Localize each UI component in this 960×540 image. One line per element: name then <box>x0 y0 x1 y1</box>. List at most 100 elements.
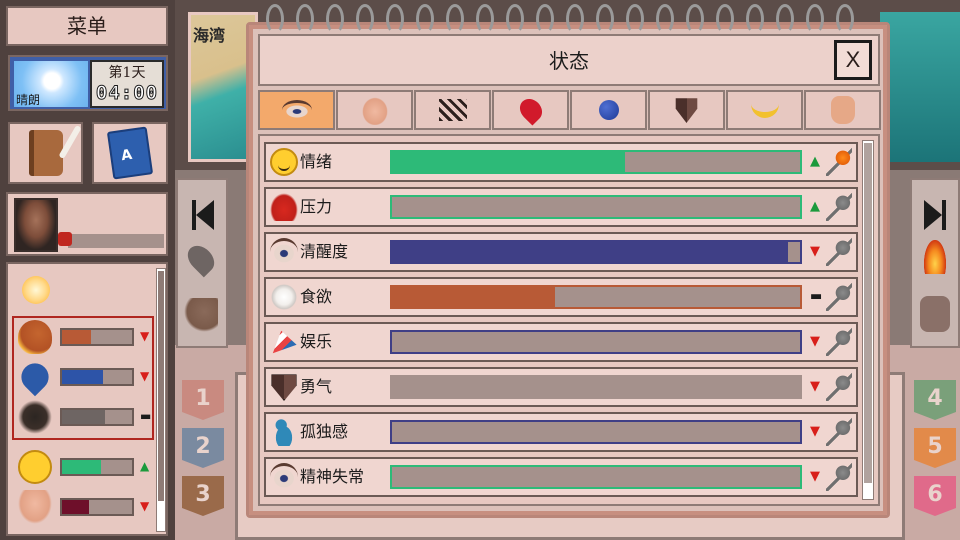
slot-number-1[interactable]: 1 <box>182 380 224 420</box>
trend-down-icon: ▼ <box>810 424 820 439</box>
skip-forward-icon[interactable] <box>920 194 954 238</box>
fire-icon[interactable] <box>924 240 946 274</box>
trend-up-icon: ▲ <box>810 199 820 214</box>
character-portrait <box>14 198 58 252</box>
need-bar <box>60 368 134 386</box>
skip-back-icon[interactable] <box>186 194 220 238</box>
tab-torso[interactable] <box>336 90 413 130</box>
tab-blue-orb[interactable] <box>570 90 647 130</box>
pin-icon[interactable] <box>826 373 852 401</box>
location-label: 海湾 <box>193 26 226 45</box>
need-bar <box>60 408 134 426</box>
tab-hand[interactable] <box>804 90 881 130</box>
stat-row[interactable]: 娱乐 ▼ <box>264 322 858 362</box>
dirt-icon <box>18 400 52 434</box>
slot-number-5[interactable]: 5 <box>914 428 956 468</box>
trend-flat-icon: ▬ <box>140 409 152 423</box>
weather-clock-widget[interactable]: 晴朗 第1天 04:00 <box>8 55 168 111</box>
notebook-ring <box>716 4 734 34</box>
stat-row[interactable]: 精神失常 ▼ <box>264 457 858 497</box>
blood-drop-icon <box>514 94 547 126</box>
need-bar-fill <box>62 500 89 514</box>
tab-banana[interactable] <box>726 90 803 130</box>
needs-scrollbar-thumb[interactable] <box>158 271 164 501</box>
smiley-icon <box>18 450 52 484</box>
notebook-ring <box>386 4 404 34</box>
right-quick-slots <box>910 178 960 348</box>
clock: 第1天 04:00 <box>90 60 164 108</box>
notebook-ring <box>626 4 644 34</box>
drumstick-icon <box>18 320 52 354</box>
need-row[interactable]: ▼ <box>12 357 154 397</box>
pin-icon[interactable] <box>826 193 852 221</box>
banana-icon <box>750 102 779 118</box>
status-tabs <box>258 90 881 130</box>
slot-number-2[interactable]: 2 <box>182 428 224 468</box>
stat-bar <box>390 150 802 174</box>
slot-number-6[interactable]: 6 <box>914 476 956 516</box>
journal-button[interactable] <box>8 122 83 184</box>
tab-blood-drop[interactable] <box>492 90 569 130</box>
pin-icon[interactable] <box>826 418 852 446</box>
stressed-person-icon <box>270 193 298 221</box>
stat-row[interactable]: 孤独感 ▼ <box>264 412 858 452</box>
trend-down-icon: ▼ <box>140 499 150 513</box>
stat-bar <box>390 420 802 444</box>
drumstick-icon[interactable] <box>184 298 218 332</box>
guide-book-icon <box>106 126 154 180</box>
nerves-icon <box>438 99 467 121</box>
water-drop-icon[interactable] <box>182 240 220 278</box>
pin-icon[interactable] <box>826 328 852 356</box>
notebook-ring <box>506 4 524 34</box>
stat-list-scrollbar-thumb[interactable] <box>864 143 872 483</box>
sea-background <box>880 12 960 162</box>
stat-bar <box>390 195 802 219</box>
stat-bar <box>390 285 802 309</box>
stat-row[interactable]: 情绪 ▲ <box>264 142 858 182</box>
stat-row[interactable]: 压力 ▲ <box>264 187 858 227</box>
hand-icon[interactable] <box>920 296 950 332</box>
smiley-icon <box>270 148 298 176</box>
needs-scrollbar[interactable] <box>156 268 166 532</box>
party-popper-icon <box>272 330 297 354</box>
pin-icon[interactable] <box>826 283 852 311</box>
close-button[interactable]: X <box>834 40 872 80</box>
tab-eye[interactable] <box>258 90 335 130</box>
status-title-bar: 状态 <box>258 34 880 86</box>
pin-icon[interactable] <box>826 463 852 491</box>
trend-down-icon: ▼ <box>810 469 820 484</box>
slot-number-4[interactable]: 4 <box>914 380 956 420</box>
need-row[interactable]: ▬ <box>12 398 154 436</box>
stat-label: 情绪 <box>300 152 333 171</box>
left-menu-panel: 菜单 晴朗 第1天 04:00 ▼ ▼ ▬ ▲ ▼ <box>0 0 175 540</box>
need-bar-fill <box>62 330 92 344</box>
need-bar <box>60 328 134 346</box>
need-row[interactable]: ▼ <box>12 488 154 526</box>
need-row[interactable]: ▲ <box>12 448 154 486</box>
stat-list-scrollbar[interactable] <box>862 140 874 500</box>
character-card[interactable] <box>6 192 168 256</box>
pin-icon[interactable] <box>826 238 852 266</box>
stat-bar-fill <box>392 287 556 307</box>
pin-icon[interactable] <box>826 148 852 176</box>
menu-button[interactable]: 菜单 <box>6 6 168 46</box>
blue-orb-icon <box>598 100 619 120</box>
tab-shield[interactable] <box>648 90 725 130</box>
notebook-ring <box>596 4 614 34</box>
notebook-ring <box>266 4 284 34</box>
guide-button[interactable] <box>92 122 168 184</box>
stat-bar <box>390 330 802 354</box>
stat-row[interactable]: 清醒度 ▼ <box>264 232 858 272</box>
shield-icon <box>271 374 297 401</box>
stat-row[interactable]: 食欲 ▬ <box>264 277 858 317</box>
need-row[interactable]: ▼ <box>12 318 154 356</box>
slot-number-3[interactable]: 3 <box>182 476 224 516</box>
tab-nerves[interactable] <box>414 90 491 130</box>
stat-label: 娱乐 <box>300 332 333 351</box>
clock-time: 04:00 <box>95 82 159 105</box>
stat-row[interactable]: 勇气 ▼ <box>264 367 858 407</box>
trend-up-icon: ▲ <box>810 154 820 169</box>
notebook-ring <box>536 4 554 34</box>
trend-flat-icon: ▬ <box>810 289 823 304</box>
day-label: 第1天 <box>108 65 146 81</box>
